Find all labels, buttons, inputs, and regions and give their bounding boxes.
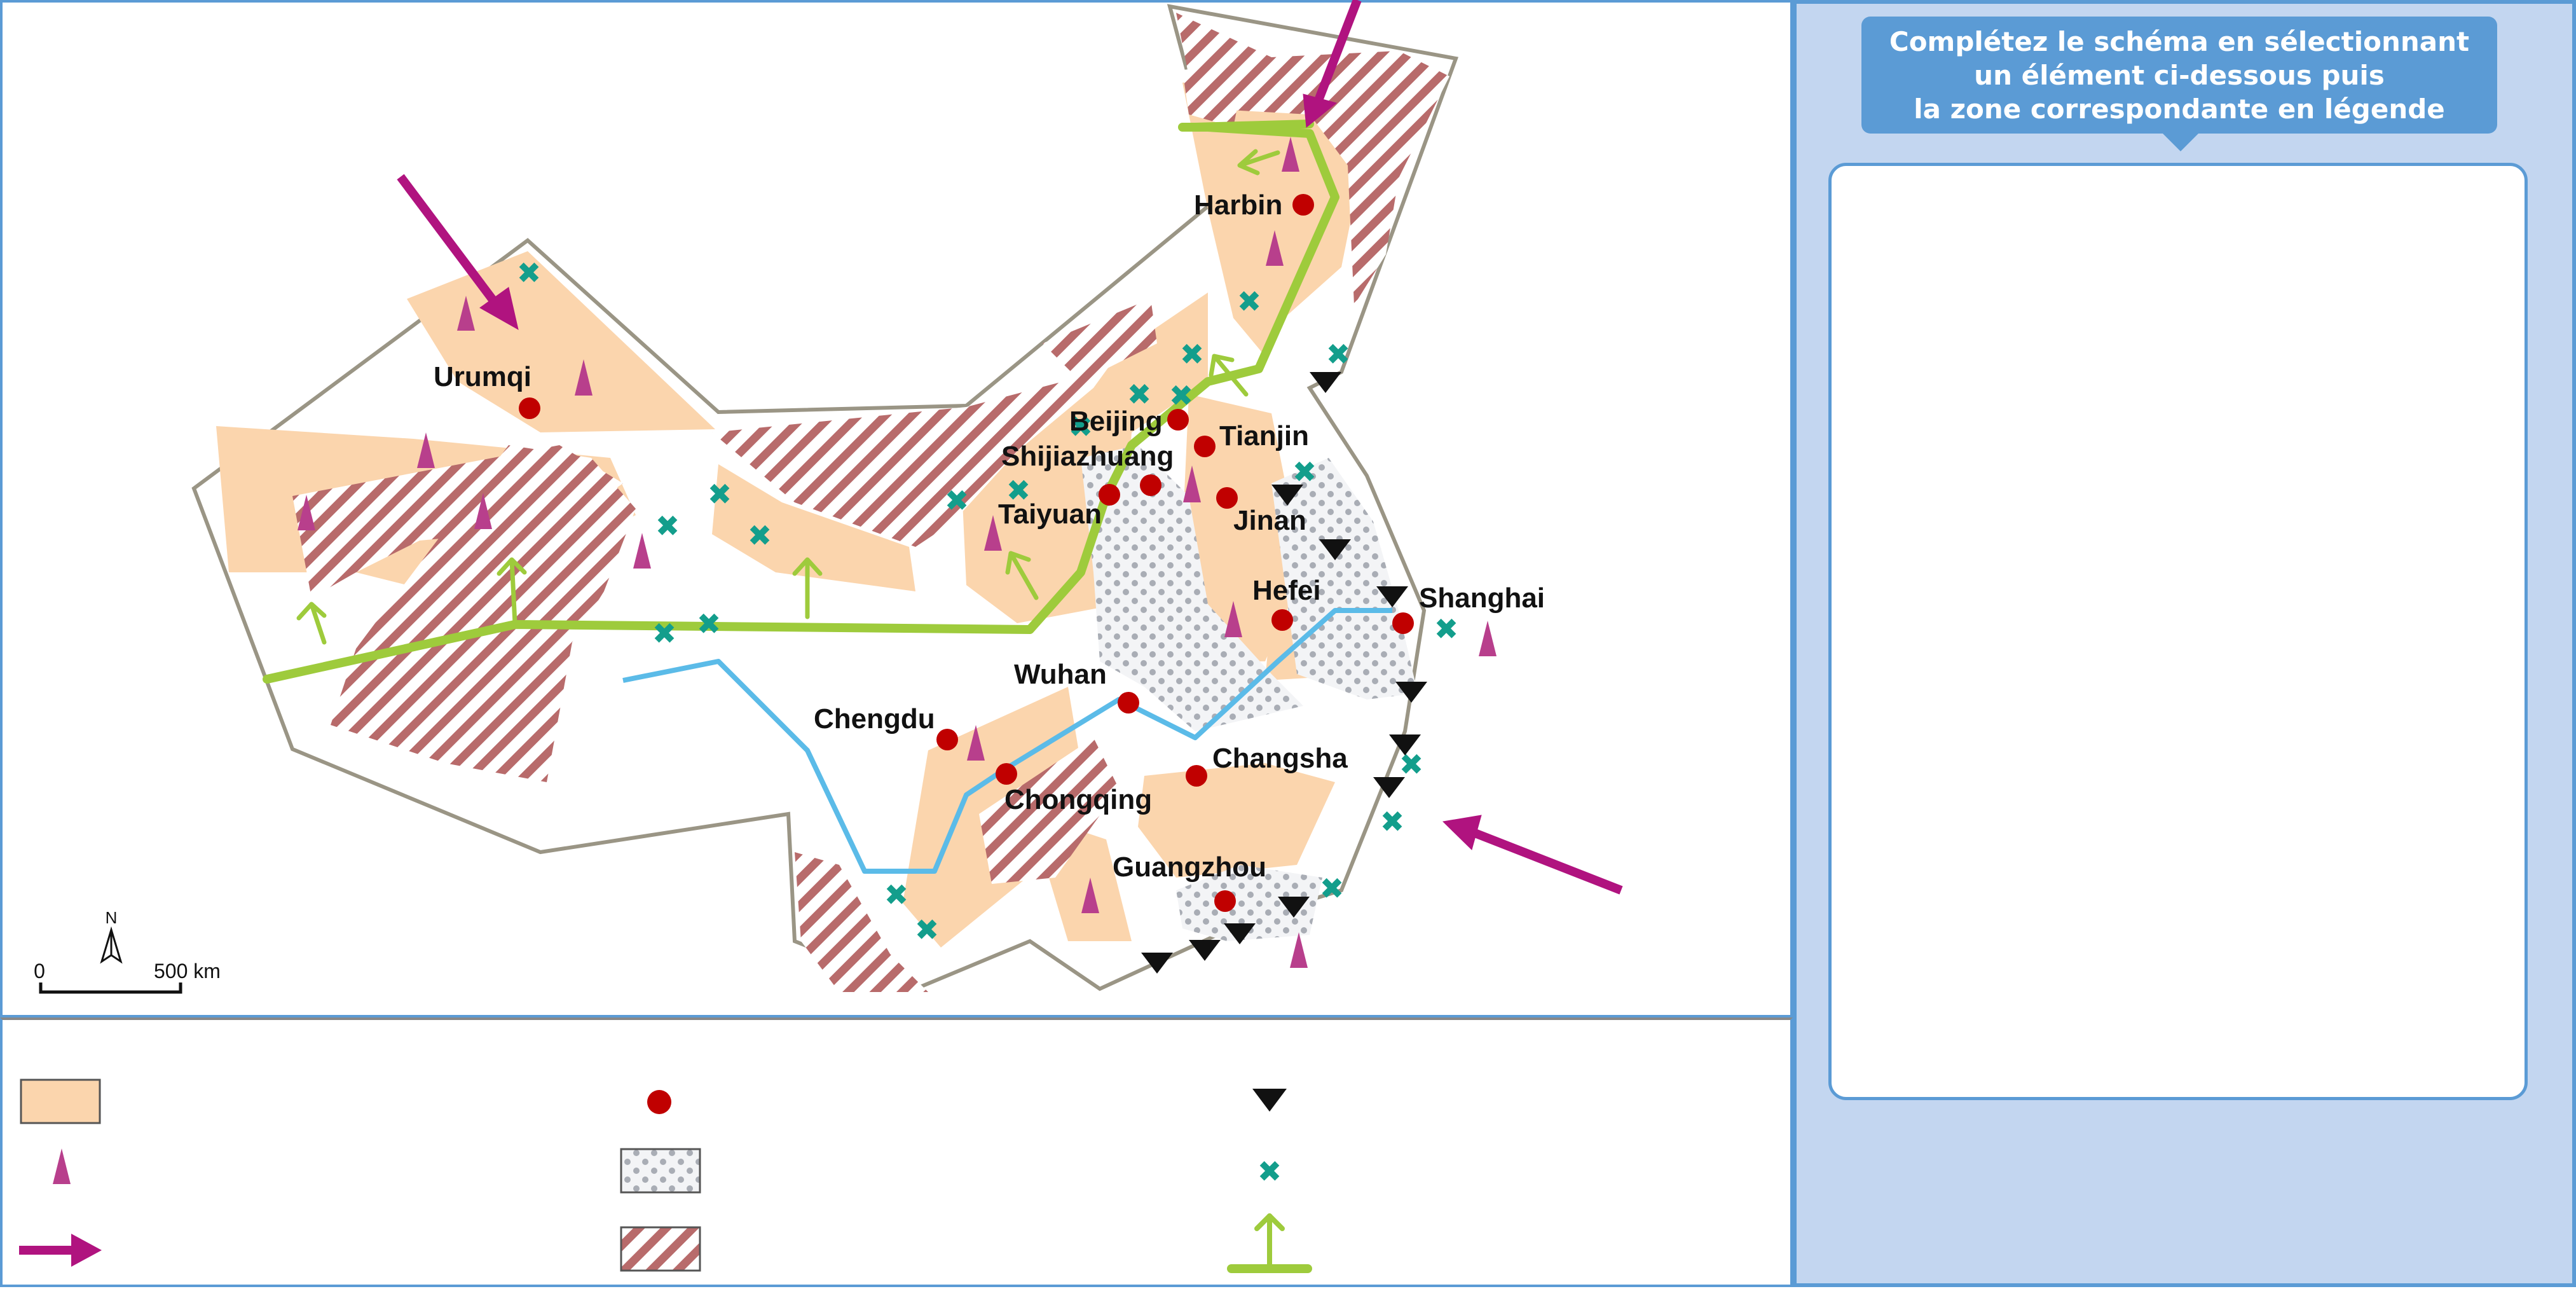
city-label-hefei: Hefei (1252, 575, 1321, 606)
scale-end-label: 500 km (154, 960, 221, 983)
city-label-tianjin: Tianjin (1219, 420, 1309, 452)
city-label-wuhan: Wuhan (1014, 659, 1107, 690)
city-label-jinan: Jinan (1233, 505, 1306, 536)
svg-text:✖: ✖ (708, 477, 732, 511)
city-label-beijing: Beijing (1069, 406, 1163, 437)
svg-text:✖: ✖ (1326, 337, 1351, 371)
svg-text:✖: ✖ (1380, 804, 1405, 839)
page: Complétez le schéma en sélectionnant un … (0, 0, 2576, 1310)
legend-magenta-arrow[interactable] (19, 1234, 102, 1267)
city-label-urumqi: Urumqi (434, 361, 531, 392)
city-label-harbin: Harbin (1194, 190, 1282, 221)
legend-black-triangle[interactable] (1252, 1089, 1287, 1112)
legend-green-cross[interactable]: ✖ (1257, 1154, 1282, 1189)
city-label-chengdu: Chengdu (814, 703, 935, 734)
city-label-shijiazhuang: Shijiazhuang (1001, 441, 1174, 472)
city-label-shanghai: Shanghai (1419, 583, 1545, 614)
svg-text:✖: ✖ (517, 256, 542, 290)
north-arrow-label: N (106, 908, 118, 927)
north-arrow: N (100, 908, 123, 964)
city-label-chongqing: Chongqing (1004, 784, 1152, 815)
svg-text:✖: ✖ (697, 607, 722, 641)
svg-text:✖: ✖ (652, 616, 677, 651)
scale-start-label: 0 (34, 960, 45, 983)
legend: ✖ (19, 1079, 1312, 1273)
svg-text:✖: ✖ (1169, 378, 1194, 413)
svg-text:✖: ✖ (884, 878, 909, 912)
svg-text:✖: ✖ (915, 913, 940, 947)
legend-hatched-area[interactable] (620, 1226, 701, 1272)
legend-green-axis-arrow[interactable] (1227, 1213, 1312, 1273)
svg-text:✖: ✖ (1180, 337, 1205, 371)
legend-pink-triangle[interactable] (53, 1148, 71, 1184)
legend-orange-area[interactable] (20, 1079, 101, 1124)
svg-text:✖: ✖ (945, 483, 969, 518)
scale-bar: 0 500 km (34, 960, 221, 994)
svg-text:✖: ✖ (1292, 455, 1317, 489)
map-svg: ✖ ✖ ✖ ✖ ✖ ✖ ✖ ✖ ✖ ✖ ✖ ✖ ✖ ✖ ✖ ✖ ✖ ✖ ✖ ✖ … (19, 0, 1623, 1273)
svg-text:✖: ✖ (1320, 871, 1345, 906)
svg-text:✖: ✖ (655, 509, 680, 543)
legend-dotted-area[interactable] (620, 1148, 701, 1194)
city-label-taiyuan: Taiyuan (998, 499, 1102, 530)
city-label-guangzhou: Guangzhou (1113, 852, 1266, 883)
svg-text:✖: ✖ (1237, 284, 1262, 319)
svg-text:✖: ✖ (748, 518, 772, 553)
legend-red-dot[interactable] (647, 1090, 671, 1114)
city-label-changsha: Changsha (1212, 743, 1348, 774)
svg-text:✖: ✖ (1434, 612, 1459, 646)
